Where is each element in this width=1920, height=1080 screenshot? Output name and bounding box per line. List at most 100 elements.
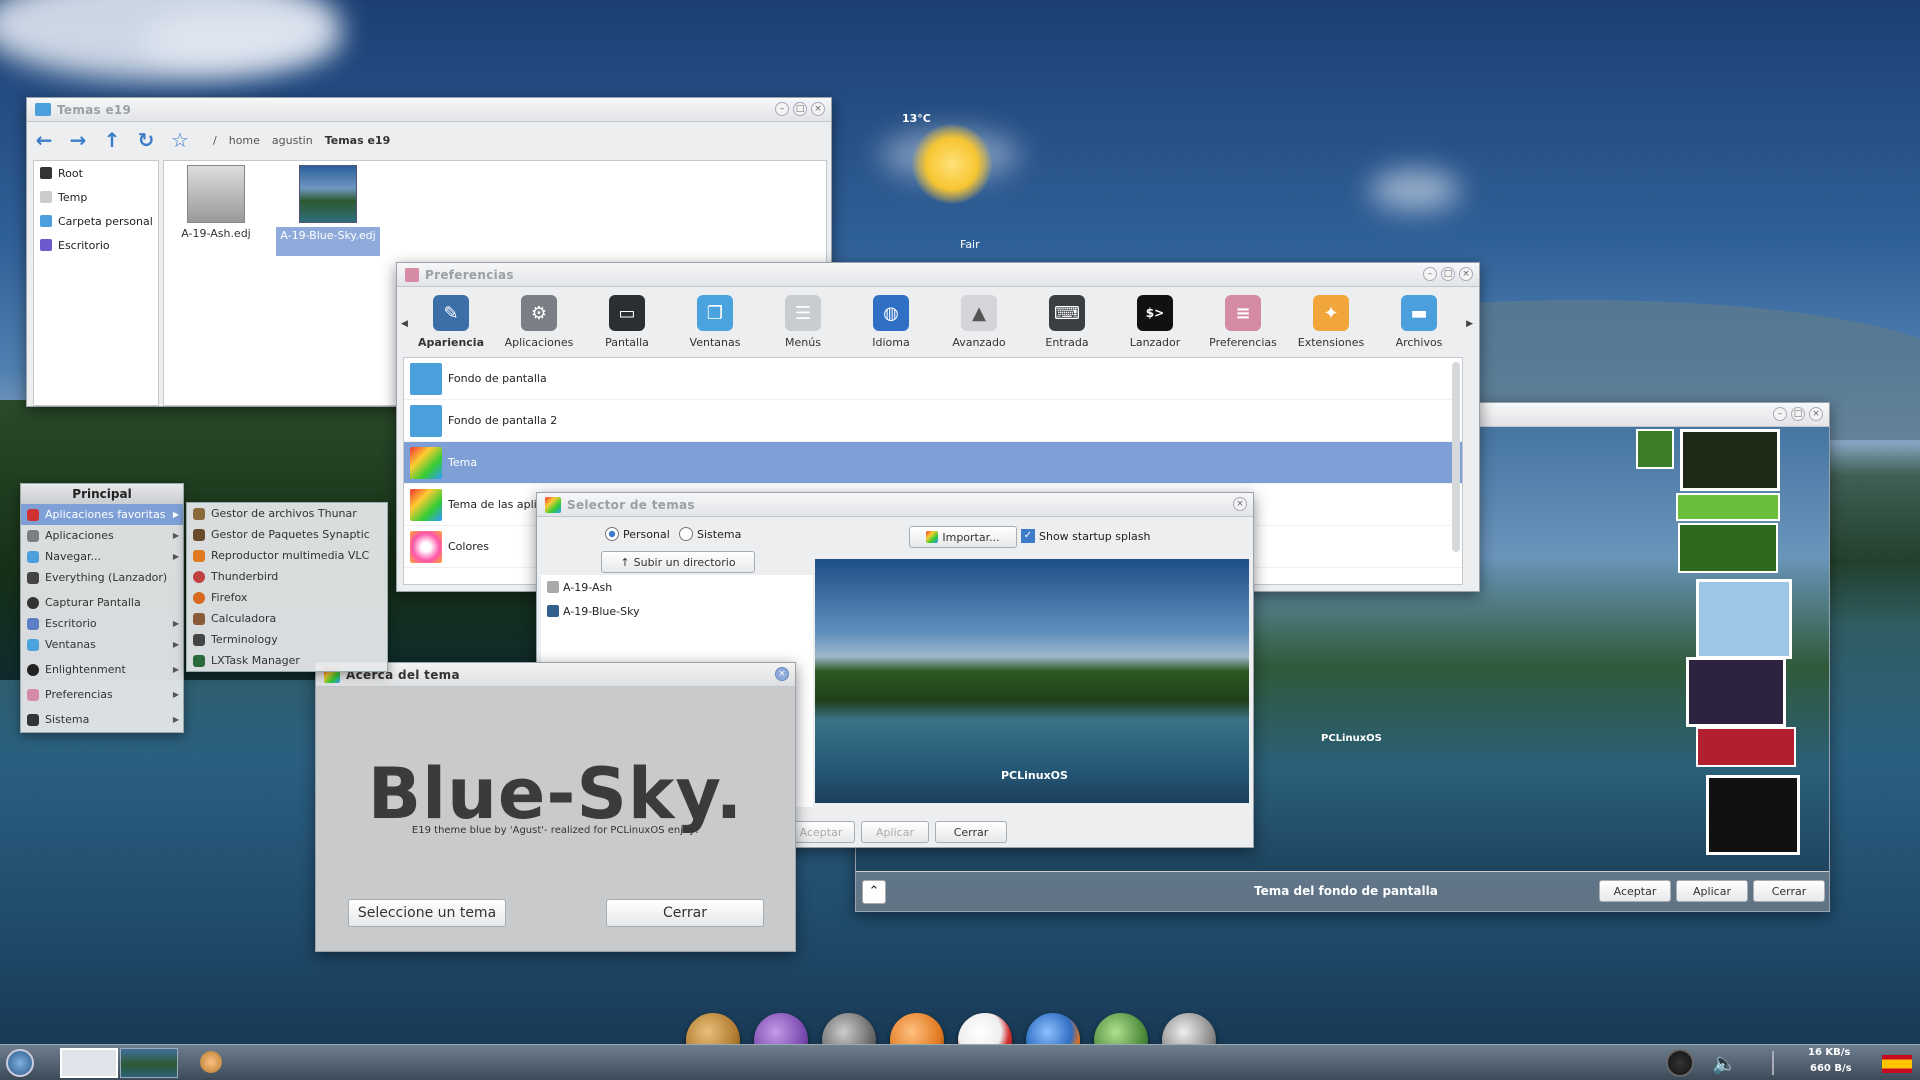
minimize-button[interactable]: – — [1773, 407, 1787, 421]
maximize-button[interactable]: □ — [793, 102, 807, 116]
wallpaper-thumbnail[interactable] — [1676, 493, 1780, 521]
windows-icon: ❐ — [697, 295, 733, 331]
menu-item-system[interactable]: Sistema ▶ — [21, 709, 183, 730]
breadcrumb-root[interactable]: / — [213, 134, 217, 147]
forward-arrow-icon[interactable]: → — [67, 128, 89, 152]
menu-item-synaptic[interactable]: Gestor de Paquetes Synaptic — [187, 524, 387, 545]
theme-list-item[interactable]: A-19-Blue-Sky — [541, 599, 813, 623]
apply-button[interactable]: Aplicar — [861, 821, 929, 843]
radio-sistema[interactable]: Sistema — [679, 527, 741, 541]
menu-item-desktop[interactable]: Escritorio ▶ — [21, 613, 183, 634]
theme-selector-titlebar[interactable]: Selector de temas × — [537, 493, 1253, 517]
breadcrumb-user[interactable]: agustin — [272, 134, 313, 147]
menu-item-calculator[interactable]: Calculadora — [187, 608, 387, 629]
wallpaper-thumbnail[interactable] — [1706, 775, 1800, 855]
wallpaper-thumbnail[interactable] — [1696, 579, 1792, 659]
menu-item-terminology[interactable]: Terminology — [187, 629, 387, 650]
volume-icon[interactable]: 🔈 — [1712, 1051, 1737, 1075]
menu-item-thunar[interactable]: Gestor de archivos Thunar — [187, 503, 387, 524]
sidebar-item-desktop[interactable]: Escritorio — [34, 233, 158, 257]
about-close-button[interactable]: Cerrar — [606, 899, 764, 927]
sidebar-item-root[interactable]: Root — [34, 161, 158, 185]
minimize-button[interactable]: – — [1423, 267, 1437, 281]
tab-launcher[interactable]: $> Lanzador — [1111, 291, 1199, 349]
list-item-theme[interactable]: Tema — [404, 442, 1462, 484]
refresh-icon[interactable]: ↻ — [135, 128, 157, 152]
menu-item-enlightenment[interactable]: Enlightenment ▶ — [21, 659, 183, 680]
start-menu-icon[interactable] — [6, 1049, 34, 1077]
close-button[interactable]: × — [775, 667, 789, 681]
close-button[interactable]: Cerrar — [935, 821, 1007, 843]
wallpaper-thumbnail[interactable] — [1678, 523, 1778, 573]
weather-gadget[interactable]: 13°C Fair — [890, 110, 1020, 251]
tab-language[interactable]: ◍ Idioma — [847, 291, 935, 349]
tab-appearance[interactable]: ✎ Apariencia — [407, 291, 495, 349]
taskbar-app-icon[interactable] — [200, 1051, 222, 1073]
radio-personal[interactable]: Personal — [605, 527, 670, 541]
menu-item-applications[interactable]: Aplicaciones ▶ — [21, 525, 183, 546]
gear-icon — [27, 529, 39, 542]
list-item-wallpaper[interactable]: Fondo de pantalla — [404, 358, 1462, 400]
tab-applications[interactable]: ⚙ Aplicaciones — [495, 291, 583, 349]
tab-extensions[interactable]: ✦ Extensiones — [1287, 291, 1375, 349]
wallpaper-thumbnail[interactable] — [1636, 429, 1674, 469]
file-item-selected[interactable]: A-19-Blue-Sky.edj — [276, 165, 380, 256]
theme-list-item[interactable]: A-19-Ash — [541, 575, 813, 599]
sidebar-item-home[interactable]: Carpeta personal — [34, 209, 158, 233]
scroll-right-icon[interactable]: ▶ — [1466, 319, 1473, 329]
tab-preferences[interactable]: ≡ Preferencias — [1199, 291, 1287, 349]
accept-button[interactable]: Aceptar — [787, 821, 855, 843]
wallpaper-apply-button[interactable]: Aplicar — [1676, 880, 1748, 902]
list-item-wallpaper-2[interactable]: Fondo de pantalla 2 — [404, 400, 1462, 442]
menu-item-vlc[interactable]: Reproductor multimedia VLC — [187, 545, 387, 566]
maximize-button[interactable]: □ — [1791, 407, 1805, 421]
select-theme-button[interactable]: Seleccione un tema — [348, 899, 506, 927]
up-arrow-icon[interactable]: ↑ — [101, 128, 123, 152]
screen-icon: ▭ — [609, 295, 645, 331]
menu-item-windows[interactable]: Ventanas ▶ — [21, 634, 183, 655]
menu-item-firefox[interactable]: Firefox — [187, 587, 387, 608]
wallpaper-thumbnail[interactable] — [1680, 429, 1780, 491]
tab-advanced[interactable]: ▲ Avanzado — [935, 291, 1023, 349]
star-icon[interactable]: ☆ — [169, 128, 191, 152]
close-button[interactable]: × — [1233, 497, 1247, 511]
file-item[interactable]: A-19-Ash.edj — [174, 165, 258, 240]
show-splash-checkbox[interactable]: ✓ Show startup splash — [1021, 529, 1150, 543]
list-scrollbar[interactable] — [1452, 362, 1460, 552]
maximize-button[interactable]: □ — [1441, 267, 1455, 281]
sidebar-item-temp[interactable]: Temp — [34, 185, 158, 209]
back-arrow-icon[interactable]: ← — [33, 128, 55, 152]
pager-desktop-2[interactable] — [120, 1048, 178, 1078]
menu-item-thunderbird[interactable]: Thunderbird — [187, 566, 387, 587]
breadcrumb-home[interactable]: home — [229, 134, 260, 147]
close-button[interactable]: × — [1459, 267, 1473, 281]
import-button[interactable]: Importar... — [909, 526, 1017, 548]
pager-desktop-1[interactable] — [60, 1048, 118, 1078]
menu-item-everything[interactable]: Everything (Lanzador) — [21, 567, 183, 588]
wallpaper-thumbnail[interactable] — [1686, 657, 1786, 727]
tab-screen[interactable]: ▭ Pantalla — [583, 291, 671, 349]
wallpaper-accept-button[interactable]: Aceptar — [1599, 880, 1671, 902]
tab-input[interactable]: ⌨ Entrada — [1023, 291, 1111, 349]
tab-menus[interactable]: ☰ Menús — [759, 291, 847, 349]
tab-windows[interactable]: ❐ Ventanas — [671, 291, 759, 349]
menu-item-screenshot[interactable]: Capturar Pantalla — [21, 592, 183, 613]
menu-item-lxtask[interactable]: LXTask Manager — [187, 650, 387, 671]
preferences-titlebar[interactable]: Preferencias – □ × — [397, 263, 1479, 287]
drive-icon — [40, 167, 52, 179]
minimize-button[interactable]: – — [775, 102, 789, 116]
close-button[interactable]: × — [1809, 407, 1823, 421]
about-theme-dialog[interactable]: Acerca del tema × Blue-Sky. E19 theme bl… — [315, 662, 796, 952]
menu-item-browse[interactable]: Navegar... ▶ — [21, 546, 183, 567]
file-manager-titlebar[interactable]: Temas e19 – □ × — [27, 98, 831, 122]
collapse-button[interactable]: ⌃ — [862, 880, 886, 904]
breadcrumb-current[interactable]: Temas e19 — [325, 134, 391, 147]
keyboard-layout-flag-icon[interactable] — [1882, 1055, 1912, 1073]
close-button[interactable]: × — [811, 102, 825, 116]
up-directory-button[interactable]: ↑ Subir un directorio — [601, 551, 755, 573]
menu-item-favorites[interactable]: Aplicaciones favoritas ▶ — [21, 504, 183, 525]
wallpaper-close-button[interactable]: Cerrar — [1753, 880, 1825, 902]
tab-files[interactable]: ▬ Archivos — [1375, 291, 1463, 349]
menu-item-preferences[interactable]: Preferencias ▶ — [21, 684, 183, 705]
wallpaper-thumbnail[interactable] — [1696, 727, 1796, 767]
